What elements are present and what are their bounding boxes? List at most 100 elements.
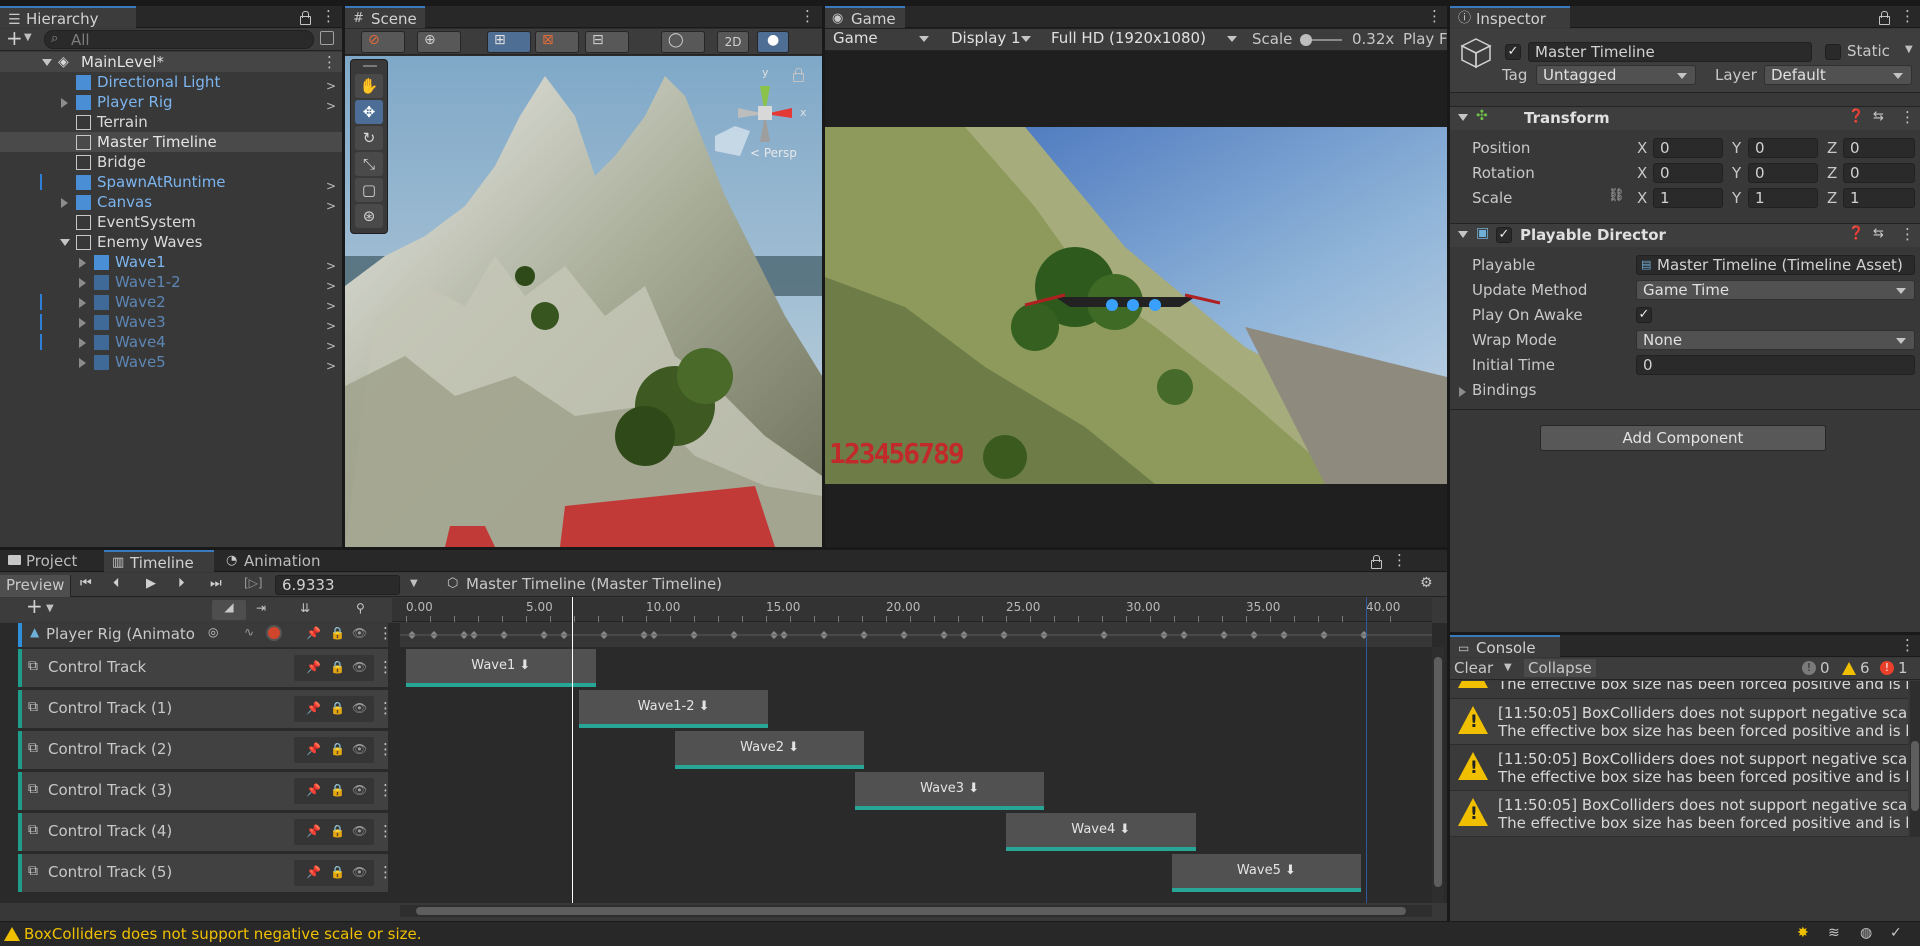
horizontal-scroll-thumb[interactable] [416,907,1406,915]
animation-keyframe-lane[interactable] [400,623,1432,647]
track-pin-icon[interactable]: 📌 [306,783,321,797]
curves-icon[interactable]: ∿ [244,625,254,639]
scale-slider[interactable] [1300,34,1342,46]
foldout-icon[interactable] [1458,114,1468,121]
control-clip[interactable]: Wave5 ⬇ [1171,854,1362,892]
scene-gizmo-lock-icon[interactable] [792,68,804,82]
constrain-proportions-icon[interactable]: ⛓ [1608,188,1625,203]
hierarchy-item-wave1-2[interactable]: Wave1-2 > [0,272,342,293]
tab-animation[interactable]: ◔ Animation [218,550,338,572]
lock-icon[interactable] [1370,555,1382,569]
foldout-icon[interactable] [60,239,70,246]
track-visibility-icon[interactable]: 👁 [352,824,367,838]
menu-kebab-icon[interactable] [1900,636,1915,654]
palette-grip[interactable] [363,65,377,67]
goto-start-icon[interactable]: ⏮ [80,576,92,591]
position-x-field[interactable]: 0 [1653,138,1723,158]
object-name-input[interactable]: Master Timeline [1528,42,1812,62]
tab-timeline[interactable]: ▥ Timeline [104,550,214,572]
track-lock-icon[interactable]: 🔒 [330,626,345,640]
track-menu-icon[interactable] [378,781,393,799]
tab-project[interactable]: Project [0,550,100,572]
track-menu-icon[interactable] [378,863,393,881]
persp-label[interactable]: < Persp [750,146,797,160]
resolution-dropdown[interactable]: Full HD (1920x1080) [1045,29,1245,49]
control-track-header[interactable]: ⧉ Control Track (2) 📌 🔒 👁 [18,731,393,769]
lock-icon[interactable] [1878,11,1890,25]
scene-menu-icon[interactable] [322,52,337,72]
hierarchy-item-wave4[interactable]: Wave4 > [0,332,342,353]
control-track-header[interactable]: ⧉ Control Track (1) 📌 🔒 👁 [18,690,393,728]
timeline-breadcrumb[interactable]: Master Timeline (Master Timeline) [466,575,722,593]
goto-end-icon[interactable]: ⏭ [210,576,222,591]
track-pin-icon[interactable]: 📌 [306,824,321,838]
ripple-mode-icon[interactable]: ⇥ [256,601,266,615]
record-icon[interactable] [266,625,282,641]
control-track-header[interactable]: ⧉ Control Track 📌 🔒 👁 [18,649,393,687]
scene-snap-button[interactable]: ⊞ [487,31,531,53]
scene-shading-button[interactable]: ◯ [661,31,705,53]
track-menu-icon[interactable] [378,624,393,642]
scene-viewport[interactable]: ✋ ✥ ↻ ⤡ ▢ ⊛ y x < Persp [345,56,822,547]
game-mode-dropdown[interactable]: Game [827,29,937,49]
bindings-label[interactable]: Bindings [1472,381,1537,399]
rect-tool-icon[interactable]: ▢ [355,178,383,202]
timeline-settings-gear-icon[interactable]: ⚙ [1420,575,1433,591]
tab-scene[interactable]: # Scene [345,6,425,28]
track-visibility-icon[interactable]: 👁 [352,865,367,879]
network-icon[interactable]: ◍ [1860,925,1872,941]
preset-icon[interactable]: ⇆ [1873,226,1884,241]
lighting-status-icon[interactable]: ✸ [1797,925,1809,941]
display-dropdown[interactable]: Display 1 [945,29,1039,49]
next-frame-icon[interactable]: ⏵ [178,576,185,591]
control-clip[interactable]: Wave2 ⬇ [674,731,865,769]
scale-x-field[interactable]: 1 [1653,188,1723,208]
playhead[interactable] [572,597,574,903]
vertical-scroll-thumb[interactable] [1434,657,1442,887]
current-time-field[interactable]: 6.9333 [275,575,400,595]
track-lock-icon[interactable]: 🔒 [330,660,345,674]
console-entry[interactable]: [11:50:05] BoxColliders does not support… [1450,791,1908,837]
scale-slider-thumb[interactable] [1300,34,1312,46]
play-focused-dropdown[interactable]: Play F [1403,30,1447,48]
hierarchy-item-wave2[interactable]: Wave2 > [0,292,342,313]
hierarchy-search-input[interactable]: ⌕ All [44,30,314,49]
hierarchy-item-canvas[interactable]: Canvas > [0,192,342,213]
director-enabled-checkbox[interactable]: ✓ [1496,227,1512,243]
add-track-dropdown-icon[interactable]: ▼ [46,603,54,614]
track-menu-icon[interactable] [378,740,393,758]
search-options-icon[interactable] [320,31,334,45]
play-icon[interactable]: ▶ [146,576,156,591]
transform-tool-icon[interactable]: ⊛ [355,204,383,228]
rotate-tool-icon[interactable]: ↻ [355,126,383,150]
track-lock-icon[interactable]: 🔒 [330,824,345,838]
hierarchy-item-wave1[interactable]: Wave1 > [0,252,342,273]
control-clip[interactable]: Wave1 ⬇ [406,649,596,687]
scene-increment-button[interactable]: ⊟ [585,31,629,53]
playable-director-header[interactable]: ▣ ✓ Playable Director ❓ ⇆ [1450,223,1920,247]
position-y-field[interactable]: 0 [1748,138,1818,158]
cache-server-icon[interactable]: ≋ [1828,925,1840,941]
track-lock-icon[interactable]: 🔒 [330,865,345,879]
scale-tool-icon[interactable]: ⤡ [355,152,383,176]
control-clip[interactable]: Wave4 ⬇ [1006,813,1196,851]
add-component-button[interactable]: Add Component [1540,425,1826,451]
track-visibility-icon[interactable]: 👁 [352,701,367,715]
hierarchy-item-wave5[interactable]: Wave5 > [0,352,342,373]
clear-button[interactable]: Clear [1454,659,1493,677]
control-track-header[interactable]: ⧉ Control Track (5) 📌 🔒 👁 [18,854,393,892]
time-ruler[interactable]: 0.00 5.00 10.00 15.00 20.00 25.00 30.00 … [392,598,1432,622]
console-scrollbar-thumb[interactable] [1911,741,1919,811]
track-menu-icon[interactable] [378,699,393,717]
track-menu-icon[interactable] [378,658,393,676]
hierarchy-item-enemy-waves[interactable]: Enemy Waves [0,232,342,252]
track-lock-icon[interactable]: 🔒 [330,742,345,756]
menu-kebab-icon[interactable] [1427,7,1442,25]
foldout-icon[interactable] [42,59,52,66]
track-pin-icon[interactable]: 📌 [306,626,321,640]
track-pin-icon[interactable]: 📌 [306,742,321,756]
track-lock-icon[interactable]: 🔒 [330,701,345,715]
error-count-icon[interactable]: ! [1880,661,1894,675]
add-icon[interactable]: + [6,26,23,50]
foldout-icon[interactable] [61,198,68,208]
